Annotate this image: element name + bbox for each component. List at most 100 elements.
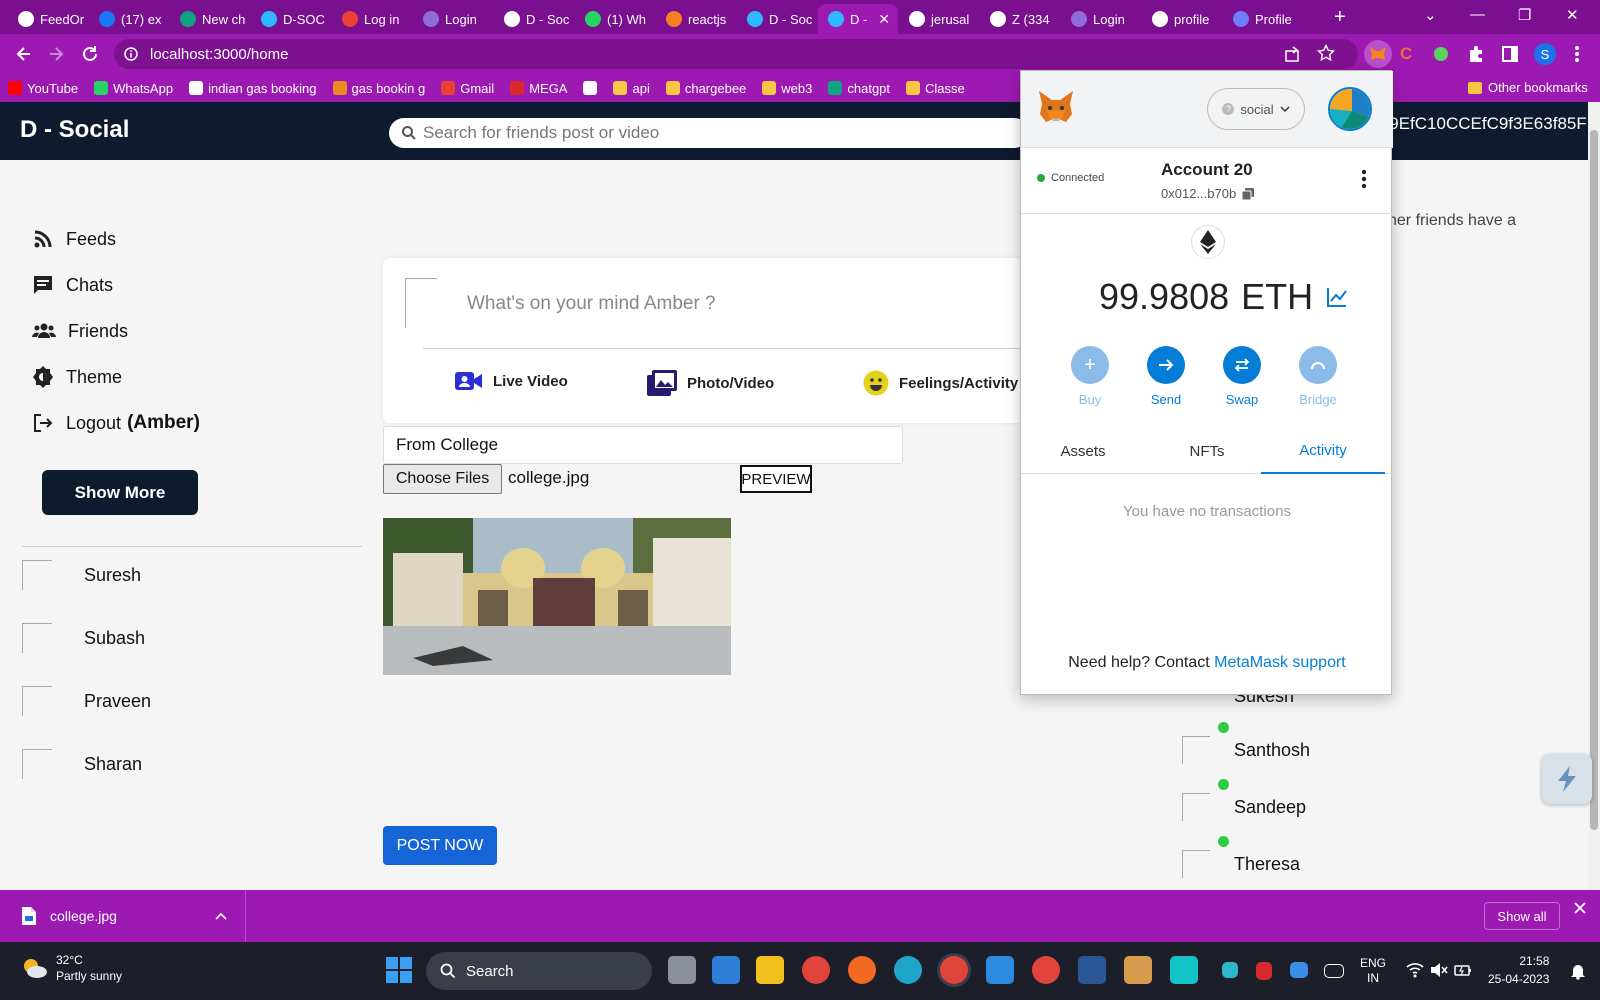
friend-item[interactable]: Subash xyxy=(22,623,145,653)
wifi-icon[interactable] xyxy=(1406,962,1424,978)
friend-item[interactable]: Suresh xyxy=(22,560,141,590)
site-info-icon[interactable] xyxy=(124,47,138,61)
close-icon[interactable] xyxy=(1574,902,1586,914)
address-bar[interactable]: localhost:3000/home xyxy=(114,39,1358,69)
metamask-support-link[interactable]: MetaMask support xyxy=(1214,654,1346,671)
nav-logout[interactable]: Logout (Amber) xyxy=(32,412,200,434)
side-panel-icon[interactable] xyxy=(1500,44,1520,64)
language-indicator[interactable]: ENG IN xyxy=(1360,956,1386,986)
browser-tab[interactable]: D - Soc xyxy=(494,6,574,32)
extension-c-icon[interactable]: C xyxy=(1400,44,1412,64)
post-now-button[interactable]: POST NOW xyxy=(383,826,497,865)
friend-item[interactable]: Praveen xyxy=(22,686,151,716)
browser-tab[interactable]: Login xyxy=(413,6,493,32)
back-icon[interactable] xyxy=(14,44,34,64)
weather-widget[interactable]: 32°C Partly sunny xyxy=(20,952,122,984)
tray-app-icon[interactable] xyxy=(1222,962,1238,978)
account-options-icon[interactable] xyxy=(1361,168,1367,190)
tray-shield-icon[interactable] xyxy=(1290,962,1308,978)
composer-input[interactable]: What's on your mind Amber ? xyxy=(467,293,716,315)
connection-status[interactable]: Connected xyxy=(1037,172,1104,184)
photo-video-button[interactable]: Photo/Video xyxy=(647,370,774,396)
bookmark-item[interactable]: gas bookin g xyxy=(325,81,434,96)
nav-feeds[interactable]: Feeds xyxy=(32,228,116,250)
battery-icon[interactable] xyxy=(1454,962,1472,978)
nav-theme[interactable]: Theme xyxy=(32,366,122,388)
chevron-up-icon[interactable] xyxy=(215,912,227,920)
metamask-extension-icon[interactable] xyxy=(1364,40,1392,68)
browser-tab[interactable]: reactjs xyxy=(656,6,736,32)
browser-tab[interactable]: D - Soc xyxy=(737,6,817,32)
bookmark-item[interactable] xyxy=(575,81,605,95)
bookmark-item[interactable]: web3 xyxy=(754,81,820,96)
tab-nfts[interactable]: NFTs xyxy=(1145,429,1269,474)
nav-chats[interactable]: Chats xyxy=(32,274,113,296)
maximize-icon[interactable]: ❐ xyxy=(1518,6,1531,24)
tab-activity[interactable]: Activity xyxy=(1261,429,1385,474)
buy-button[interactable]: + Buy xyxy=(1060,346,1120,407)
window-close-icon[interactable]: ✕ xyxy=(1566,6,1579,24)
browser-tab[interactable]: New ch xyxy=(170,6,250,32)
profile-avatar[interactable]: S xyxy=(1534,43,1556,65)
notepad-icon[interactable] xyxy=(712,956,740,984)
browser-tab[interactable]: (17) ex xyxy=(89,6,169,32)
forward-icon[interactable] xyxy=(46,44,66,64)
bookmark-item[interactable]: chargebee xyxy=(658,81,754,96)
bookmark-item[interactable]: YouTube xyxy=(0,81,86,96)
search-input[interactable]: Search for friends post or video xyxy=(389,118,1029,148)
online-friend-item[interactable]: Theresa xyxy=(1182,836,1300,878)
account-name[interactable]: Account 20 xyxy=(1161,160,1253,180)
floating-action-button[interactable] xyxy=(1542,754,1592,804)
caption-input[interactable]: From College xyxy=(383,426,903,464)
tab-search-icon[interactable]: ⌄ xyxy=(1424,6,1437,24)
bookmark-item[interactable]: api xyxy=(605,81,657,96)
notification-bell-icon[interactable] xyxy=(1570,962,1586,980)
account-address[interactable]: 0x012...b70b xyxy=(1161,186,1255,201)
scrollbar-thumb[interactable] xyxy=(1590,130,1598,830)
tab-assets[interactable]: Assets xyxy=(1021,429,1145,474)
share-icon[interactable] xyxy=(1284,45,1302,63)
browser-menu-icon[interactable] xyxy=(1574,44,1580,64)
browser-tab[interactable]: profile xyxy=(1142,6,1222,32)
network-selector[interactable]: ? social xyxy=(1207,88,1305,130)
vscode-icon[interactable] xyxy=(986,956,1014,984)
show-all-button[interactable]: Show all xyxy=(1484,902,1560,930)
friend-item[interactable]: Sharan xyxy=(22,749,142,779)
taskbar-search[interactable]: Search xyxy=(426,952,652,990)
cube-app-icon[interactable] xyxy=(1170,956,1198,984)
copy-icon[interactable] xyxy=(1242,187,1255,200)
browser-tab[interactable]: Z (334 xyxy=(980,6,1060,32)
chrome-profile-icon[interactable] xyxy=(1032,956,1060,984)
brand-logo[interactable]: D - Social xyxy=(20,116,129,144)
tab-close-icon[interactable]: ✕ xyxy=(878,11,890,28)
bridge-button[interactable]: Bridge xyxy=(1288,346,1348,407)
bookmark-item[interactable]: MEGA xyxy=(502,81,575,96)
browser-tab[interactable]: jerusal xyxy=(899,6,979,32)
windows-start-icon[interactable] xyxy=(386,957,412,983)
choose-files-button[interactable]: Choose Files xyxy=(383,464,502,494)
task-view-icon[interactable] xyxy=(668,956,696,984)
new-tab-icon[interactable]: + xyxy=(1334,6,1346,29)
browser-tab[interactable]: (1) Wh xyxy=(575,6,655,32)
online-friend-item[interactable]: Santhosh xyxy=(1182,722,1310,764)
live-video-button[interactable]: Live Video xyxy=(455,370,568,392)
download-item[interactable]: college.jpg xyxy=(0,890,246,942)
system-clock[interactable]: 21:58 25-04-2023 xyxy=(1488,952,1549,988)
feelings-button[interactable]: Feelings/Activity xyxy=(863,370,1018,396)
chrome-active-icon[interactable] xyxy=(940,956,968,984)
send-button[interactable]: Send xyxy=(1136,346,1196,407)
account-avatar[interactable] xyxy=(1328,87,1372,131)
preview-button[interactable]: PREVIEW xyxy=(740,465,812,493)
other-bookmarks[interactable]: Other bookmarks xyxy=(1468,80,1588,95)
file-explorer-icon[interactable] xyxy=(756,956,784,984)
reload-icon[interactable] xyxy=(80,44,100,64)
online-friend-item[interactable]: Sandeep xyxy=(1182,779,1306,821)
portfolio-chart-icon[interactable] xyxy=(1325,285,1349,309)
show-more-button[interactable]: Show More xyxy=(42,470,198,515)
browser-tab[interactable]: Log in xyxy=(332,6,412,32)
keyboard-icon[interactable] xyxy=(1324,964,1344,978)
volume-muted-icon[interactable] xyxy=(1430,962,1448,978)
edge-icon[interactable] xyxy=(894,956,922,984)
postman-icon[interactable] xyxy=(848,956,876,984)
tray-security-icon[interactable] xyxy=(1256,962,1272,980)
